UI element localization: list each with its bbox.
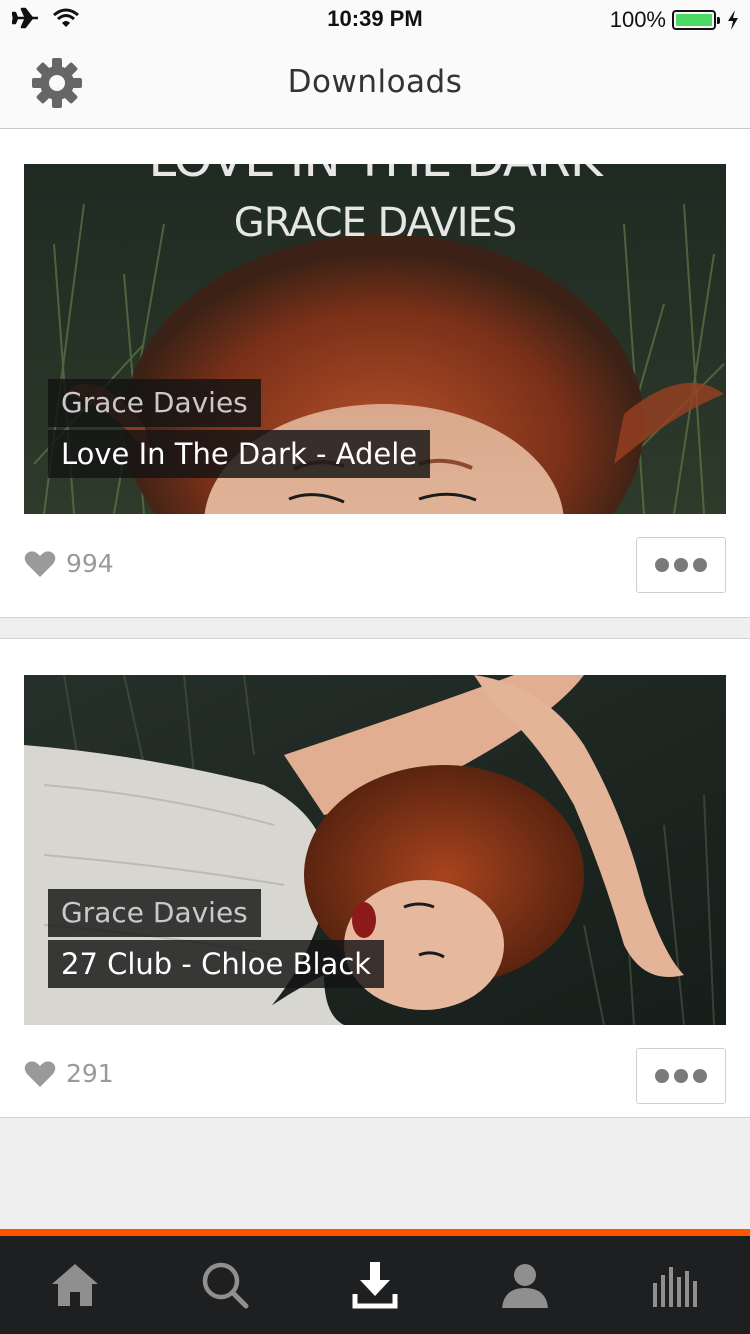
more-options-button[interactable] (636, 537, 726, 593)
dot-icon (655, 558, 669, 572)
likes[interactable]: 994 (24, 549, 114, 578)
dot-icon (674, 558, 688, 572)
heart-icon (24, 550, 56, 577)
tab-search[interactable] (150, 1236, 300, 1334)
tab-downloads[interactable] (300, 1236, 450, 1334)
track-title[interactable]: 27 Club - Chloe Black (48, 940, 385, 988)
track-card: Grace Davies 27 Club - Chloe Black 291 (0, 638, 750, 1118)
track-card: LOVE IN THE DARK GRACE DAVIES Grace Davi… (0, 129, 750, 618)
nav-header: Downloads (0, 40, 750, 129)
tab-bar (0, 1236, 750, 1334)
track-artist[interactable]: Grace Davies (48, 379, 261, 427)
tab-stream[interactable] (600, 1236, 750, 1334)
charging-bolt-icon (728, 10, 738, 30)
dot-icon (693, 558, 707, 572)
tab-home[interactable] (0, 1236, 150, 1334)
tab-bar-accent (0, 1229, 750, 1236)
dot-icon (693, 1069, 707, 1083)
track-artwork[interactable]: LOVE IN THE DARK GRACE DAVIES Grace Davi… (24, 164, 726, 514)
more-options-button[interactable] (636, 1048, 726, 1104)
track-title[interactable]: Love In The Dark - Adele (48, 430, 431, 478)
page-title: Downloads (287, 64, 463, 100)
track-artist[interactable]: Grace Davies (48, 889, 261, 937)
likes[interactable]: 291 (24, 1059, 114, 1088)
likes-count: 291 (66, 1059, 114, 1088)
profile-icon (502, 1264, 548, 1308)
home-icon (52, 1264, 98, 1306)
dot-icon (655, 1069, 669, 1083)
status-bar: 10:39 PM 100% (0, 0, 750, 40)
cover-title-text: LOVE IN THE DARK (24, 164, 726, 188)
download-icon (352, 1262, 398, 1309)
stream-icon (653, 1267, 697, 1307)
battery-fill (676, 14, 712, 26)
likes-count: 994 (66, 549, 114, 578)
heart-icon (24, 1060, 56, 1087)
status-right: 100% (610, 7, 740, 33)
tab-profile[interactable] (450, 1236, 600, 1334)
dot-icon (674, 1069, 688, 1083)
track-artwork[interactable]: Grace Davies 27 Club - Chloe Black (24, 675, 726, 1025)
battery-icon (672, 10, 720, 30)
battery-percent: 100% (609, 7, 666, 32)
search-icon (202, 1262, 249, 1309)
cover-artist-text: GRACE DAVIES (233, 200, 517, 246)
